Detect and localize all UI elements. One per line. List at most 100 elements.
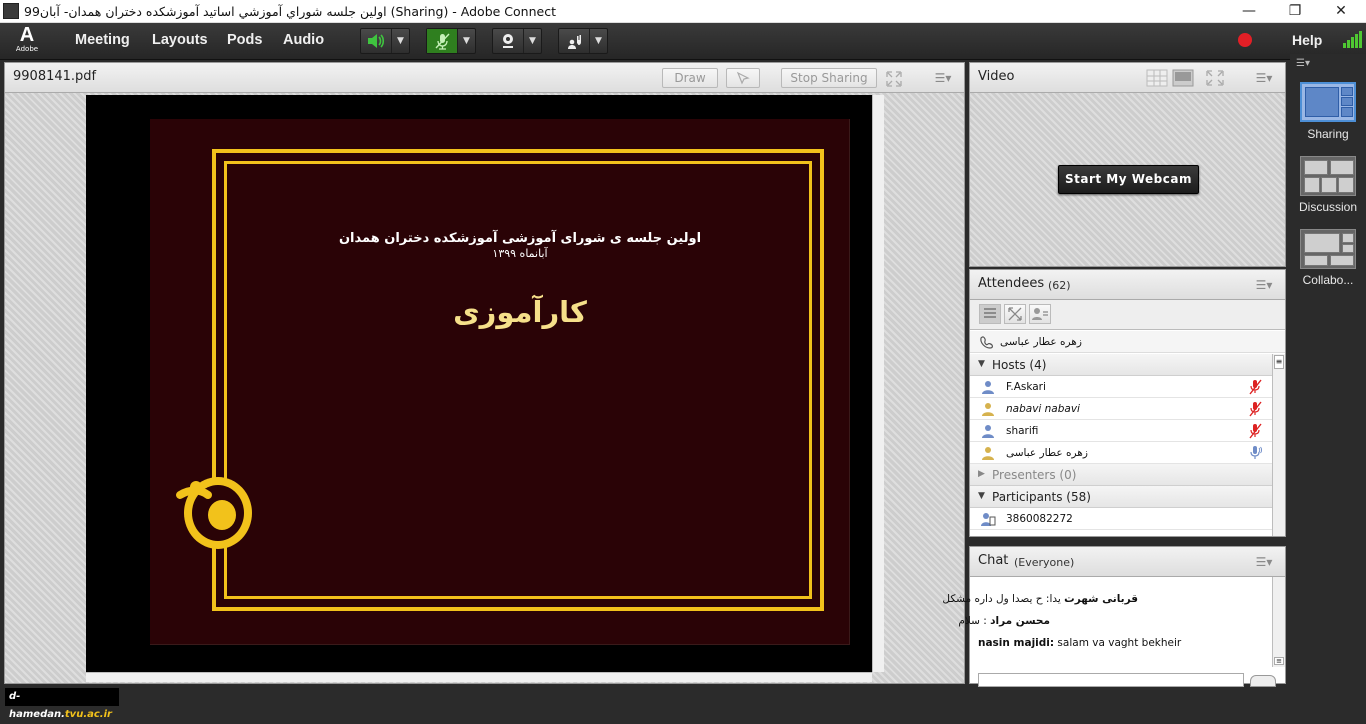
menu-layouts[interactable]: Layouts <box>152 32 208 48</box>
layout-label-sharing: Sharing <box>1307 127 1349 141</box>
share-pod-header: 9908141.pdf Draw Stop Sharing ☰▾ <box>5 63 964 93</box>
webcam-button[interactable]: ▼ <box>492 28 542 54</box>
hosts-group-header[interactable]: ▼ Hosts (4) <box>970 354 1272 376</box>
attendees-toolbar <box>970 300 1285 330</box>
chat-scope: (Everyone) <box>1014 556 1075 569</box>
video-pod: Video ☰▾ Start My Webcam <box>969 62 1286 267</box>
layout-thumb-sharing[interactable] <box>1300 82 1356 122</box>
status-view-button[interactable] <box>1029 304 1051 324</box>
expand-icon <box>1008 307 1022 321</box>
pod-options-icon[interactable]: ☰▾ <box>1254 553 1274 571</box>
raise-hand-icon <box>559 29 589 53</box>
share-vertical-scrollbar[interactable] <box>872 95 884 672</box>
window-title-bar: اولین جلسه شوراي آموزشي اساتید آموزشکده … <box>0 0 1366 23</box>
participants-group-header[interactable]: ▼ Participants (58) <box>970 486 1272 508</box>
active-speaker-row: زهره عطار عباسی <box>970 331 1285 353</box>
share-pod-title: 9908141.pdf <box>13 69 97 84</box>
start-webcam-button[interactable]: Start My Webcam <box>1058 165 1199 194</box>
filmstrip-layout-icon[interactable] <box>1172 69 1194 87</box>
attendees-pod-header: Attendees (62) ☰▾ <box>970 270 1285 300</box>
video-pod-title: Video <box>978 69 1015 84</box>
minimize-icon: — <box>1242 3 1256 19</box>
close-button[interactable]: ✕ <box>1321 2 1361 20</box>
speaker-icon <box>361 29 391 53</box>
connection-status-icon <box>1343 31 1362 48</box>
attendee-row[interactable]: nabavi nabavi <box>970 398 1272 420</box>
mic-muted-icon <box>1249 401 1262 417</box>
list-view-button[interactable] <box>979 304 1001 324</box>
chat-scrollbar[interactable]: ≡ <box>1272 577 1285 667</box>
share-horizontal-scrollbar[interactable] <box>86 672 872 682</box>
phone-icon <box>980 336 993 349</box>
adobe-connect-icon <box>3 3 19 19</box>
chat-input[interactable] <box>978 673 1244 687</box>
window-title: اولین جلسه شوراي آموزشي اساتید آموزشکده … <box>24 4 556 19</box>
pointer-button[interactable] <box>726 68 760 88</box>
menu-audio[interactable]: Audio <box>283 32 324 48</box>
fullscreen-icon[interactable] <box>1204 69 1226 87</box>
chat-sender: محسن مراد <box>990 615 1050 627</box>
microphone-button[interactable]: ▼ <box>426 28 476 54</box>
menu-pods[interactable]: Pods <box>227 32 262 48</box>
chat-message: قربانی شهرت یدا: ح یصدا ول داره مشکل <box>942 593 1138 605</box>
hosts-group-label: Hosts (4) <box>992 358 1047 372</box>
strip-options-icon[interactable]: ☰▾ <box>1296 58 1310 69</box>
adobe-logo-icon: A <box>19 24 35 46</box>
host-user-icon <box>982 403 994 416</box>
help-menu[interactable]: Help <box>1292 32 1322 48</box>
layout-thumb-discussion[interactable] <box>1300 156 1356 196</box>
adobe-logo-text: Adobe <box>15 45 39 53</box>
collapse-triangle-icon: ▼ <box>978 359 985 369</box>
chat-pod-header: Chat (Everyone) ☰▾ <box>970 547 1285 577</box>
restore-button[interactable]: ❐ <box>1275 2 1315 20</box>
stop-sharing-button[interactable]: Stop Sharing <box>781 68 877 88</box>
menu-meeting[interactable]: Meeting <box>75 32 130 48</box>
draw-button[interactable]: Draw <box>662 68 718 88</box>
raise-hand-button[interactable]: ▼ <box>558 28 608 54</box>
attendees-scrollbar[interactable]: ≡ <box>1272 354 1285 536</box>
presenters-group-header[interactable]: ▶ Presenters (0) <box>970 464 1272 486</box>
chevron-down-icon[interactable]: ▼ <box>589 29 607 53</box>
share-pod: 9908141.pdf Draw Stop Sharing ☰▾ اولین ج… <box>4 62 965 720</box>
pod-options-icon[interactable]: ☰▾ <box>933 69 953 87</box>
expand-triangle-icon: ▶ <box>978 469 985 479</box>
share-content-area: اولین جلسه ی شورای آموزشی آموزشکده دخترا… <box>5 93 964 720</box>
attendee-name: F.Askari <box>1006 381 1046 393</box>
slide-date: آبانماه ۱۳۹۹ <box>492 247 548 260</box>
presenters-group-label: Presenters (0) <box>992 468 1077 482</box>
host-user-icon <box>982 447 994 460</box>
attendee-row[interactable]: F.Askari <box>970 376 1272 398</box>
chevron-down-icon[interactable]: ▼ <box>391 29 409 53</box>
pointer-icon <box>736 71 750 85</box>
fullscreen-icon[interactable] <box>885 70 903 88</box>
chat-pod: Chat (Everyone) ☰▾ قربانی شهرت یدا: ح یص… <box>942 546 1286 687</box>
expand-view-button[interactable] <box>1004 304 1026 324</box>
pod-options-icon[interactable]: ☰▾ <box>1254 276 1274 294</box>
speaker-button[interactable]: ▼ <box>360 28 410 54</box>
attendee-row[interactable]: 3860082272 <box>970 508 1272 530</box>
slide-frame-inner <box>224 161 812 599</box>
mic-muted-icon <box>1249 379 1262 395</box>
attendee-name: 3860082272 <box>1006 513 1073 525</box>
mic-muted-icon <box>1249 423 1262 439</box>
pod-options-icon[interactable]: ☰▾ <box>1254 69 1274 87</box>
grid-layout-icon[interactable] <box>1146 69 1168 87</box>
minimize-button[interactable]: — <box>1229 2 1269 20</box>
scroll-thumb[interactable]: ≡ <box>1274 657 1284 665</box>
attendee-row[interactable]: زهره عطار عباسی <box>970 442 1272 464</box>
mic-active-icon <box>1250 446 1262 459</box>
user-status-icon <box>1032 308 1048 320</box>
send-message-button[interactable] <box>1250 675 1276 687</box>
participant-phone-icon <box>981 513 996 526</box>
chat-sender: قربانی شهرت <box>1064 593 1138 605</box>
webcam-icon <box>493 29 523 53</box>
scroll-thumb[interactable]: ≡ <box>1274 355 1284 369</box>
layout-thumb-collaboration[interactable] <box>1300 229 1356 269</box>
recording-indicator-icon[interactable] <box>1238 33 1252 47</box>
attendee-row[interactable]: sharifi <box>970 420 1272 442</box>
chevron-down-icon[interactable]: ▼ <box>457 29 475 53</box>
attendee-count: (62) <box>1048 279 1071 292</box>
slide-title: اولین جلسه ی شورای آموزشی آموزشکده دخترا… <box>338 231 702 246</box>
collapse-triangle-icon: ▼ <box>978 491 985 501</box>
chevron-down-icon[interactable]: ▼ <box>523 29 541 53</box>
